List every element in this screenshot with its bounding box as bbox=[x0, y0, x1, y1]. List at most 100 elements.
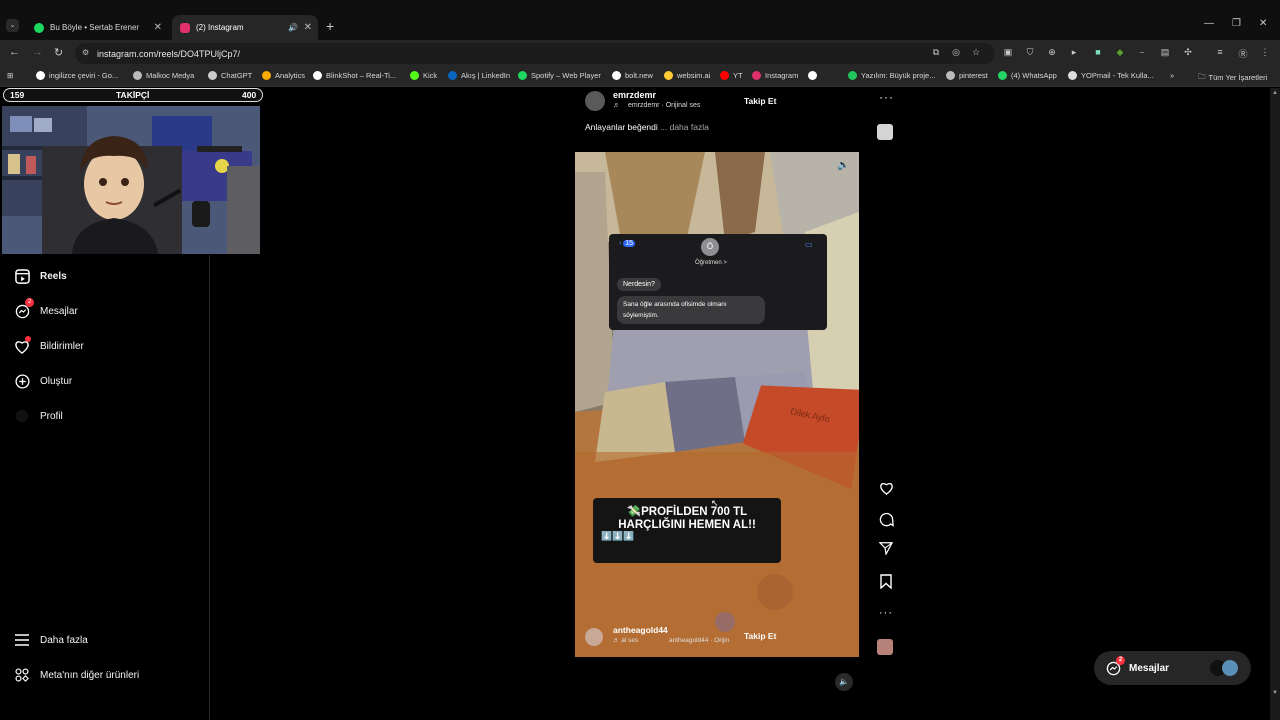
bookmark-item[interactable]: BlinkShot – Real-Ti... bbox=[313, 71, 396, 80]
extension-icon[interactable]: ⊕ bbox=[1046, 47, 1058, 58]
extension-icon[interactable]: ◆ bbox=[1114, 47, 1126, 58]
puzzle-icon[interactable]: ✣ bbox=[1182, 47, 1194, 58]
page-scrollbar[interactable]: ▲ ▼ bbox=[1270, 88, 1280, 720]
more-link[interactable]: ... daha fazla bbox=[660, 122, 709, 132]
close-tab-icon[interactable]: ✕ bbox=[304, 22, 312, 33]
more-options-icon[interactable]: ··· bbox=[878, 605, 894, 621]
follower-current: 159 bbox=[10, 90, 25, 100]
sidebar-item-messages[interactable]: 2 Mesajlar bbox=[14, 298, 78, 319]
bookmark-item[interactable]: ingilizce çeviri - Go... bbox=[36, 71, 118, 80]
reload-button[interactable]: ↻ bbox=[54, 46, 63, 59]
bookmark-item[interactable]: pinterest bbox=[946, 71, 988, 80]
bookmark-item[interactable]: Malkoc Medya bbox=[133, 71, 194, 80]
sidebar-item-create[interactable]: Oluştur bbox=[14, 373, 72, 389]
bookmark-favicon-icon bbox=[612, 71, 621, 80]
bookmark-item[interactable]: YOPmail - Tek Kulla... bbox=[1068, 71, 1154, 80]
share-icon[interactable] bbox=[878, 540, 894, 556]
close-window-button[interactable]: ✕ bbox=[1259, 18, 1267, 29]
bookmark-favicon-icon bbox=[262, 71, 271, 80]
sidebar-item-notifications[interactable]: Bildirimler bbox=[14, 336, 84, 354]
author-username[interactable]: emrzdemr bbox=[613, 90, 656, 100]
play-icon[interactable]: ▸ bbox=[1068, 47, 1080, 58]
sidebar-item-meta-products[interactable]: Meta'nın diğer ürünleri bbox=[14, 667, 139, 683]
bookmark-item[interactable]: Spotify – Web Player bbox=[518, 71, 601, 80]
mute-icon[interactable]: 🔈 bbox=[837, 160, 849, 171]
audio-info[interactable]: ♬ emrzdemr · Orijinal ses bbox=[613, 102, 700, 109]
shield-icon[interactable]: ⛉ bbox=[1024, 47, 1036, 58]
audio-label[interactable]: ♬ al ses bbox=[613, 637, 638, 644]
extension-icon[interactable]: ▣ bbox=[1002, 47, 1014, 58]
bookmark-label: Analytics bbox=[275, 71, 306, 80]
chat-bubble: Sana öğle arasında ofisimde olmanı söyle… bbox=[617, 296, 765, 324]
kebab-menu-icon[interactable]: ⋮ bbox=[1259, 47, 1271, 58]
bookmark-label: pinterest bbox=[959, 71, 988, 80]
bookmark-label: YT bbox=[733, 71, 743, 80]
bookmark-item[interactable]: websim.ai bbox=[664, 71, 710, 80]
maximize-button[interactable]: ❐ bbox=[1232, 18, 1241, 29]
speaker-icon[interactable]: 🔊 bbox=[288, 23, 298, 32]
more-options-icon[interactable]: ··· bbox=[879, 90, 894, 104]
bookmark-label: (4) WhatsApp bbox=[1011, 71, 1057, 80]
scroll-up-icon[interactable]: ▲ bbox=[1272, 90, 1278, 96]
bookmark-favicon-icon bbox=[848, 71, 857, 80]
bookmark-item[interactable]: Yazılım: Büyük proje... bbox=[848, 71, 935, 80]
bookmarks-overflow-icon[interactable]: » bbox=[1170, 71, 1174, 80]
profile-avatar-icon[interactable]: Ⓡ bbox=[1237, 47, 1249, 60]
bookmark-item[interactable]: YT bbox=[720, 71, 743, 80]
bookmark-item[interactable]: ChatGPT bbox=[208, 71, 252, 80]
follow-button[interactable]: Takip Et bbox=[744, 631, 776, 641]
scroll-down-icon[interactable]: ▼ bbox=[1272, 690, 1278, 696]
audio-label[interactable]: antheagold44 · Orijin bbox=[669, 637, 729, 644]
new-tab-button[interactable]: + bbox=[326, 18, 334, 34]
sidebar-item-more[interactable]: Daha fazla bbox=[14, 632, 88, 648]
bookmark-label: websim.ai bbox=[677, 71, 711, 80]
bookmark-item[interactable] bbox=[808, 71, 821, 80]
minimize-button[interactable]: — bbox=[1204, 18, 1214, 29]
messages-pill[interactable]: 2 Mesajlar bbox=[1094, 651, 1251, 685]
bookmark-item[interactable]: Akış | LinkedIn bbox=[448, 71, 510, 80]
bookmark-item[interactable]: Instagram bbox=[752, 71, 798, 80]
sidebar-item-profile[interactable]: Profil bbox=[14, 408, 63, 424]
address-bar[interactable]: ⚙ instagram.com/reels/DO4TPUljCp7/ bbox=[75, 43, 995, 64]
author-username[interactable]: antheagold44 bbox=[613, 625, 668, 635]
back-button[interactable]: ← bbox=[9, 46, 20, 58]
reel-video[interactable]: Dilek Ayfo 🔈 ‹ 15 Ö Öğretmen > ▭ Nerdesi… bbox=[575, 152, 859, 657]
tab-search-icon[interactable]: ⌄ bbox=[6, 19, 19, 32]
author-avatar[interactable] bbox=[585, 91, 605, 111]
extension-icon[interactable]: ▤ bbox=[1159, 47, 1171, 58]
comment-icon[interactable] bbox=[878, 511, 894, 527]
bookmark-star-icon[interactable]: ☆ bbox=[970, 47, 982, 58]
forward-button[interactable]: → bbox=[32, 46, 43, 58]
follow-button[interactable]: Takip Et bbox=[744, 96, 776, 106]
extension-icon[interactable]: ■ bbox=[1092, 47, 1104, 57]
bookmark-item[interactable]: Kick bbox=[410, 71, 437, 80]
sidebar-item-label: Profil bbox=[40, 410, 63, 422]
site-info-icon[interactable]: ⚙ bbox=[82, 48, 89, 57]
streamer-webcam bbox=[2, 106, 260, 254]
mouse-cursor-icon: ↖ bbox=[711, 498, 719, 508]
tab-spotify[interactable]: Bu Böyle • Sertab Erener ✕ bbox=[26, 15, 168, 40]
extension-icon[interactable]: ⎯ bbox=[1136, 47, 1148, 58]
avatar-icon bbox=[14, 408, 30, 424]
bookmark-item[interactable]: (4) WhatsApp bbox=[998, 71, 1057, 80]
mute-icon[interactable]: 🔈 bbox=[835, 673, 853, 691]
author-avatar[interactable] bbox=[585, 628, 603, 646]
follower-goal-bar: 159 TAKİPÇİ 400 bbox=[3, 88, 263, 102]
bookmark-favicon-icon bbox=[410, 71, 419, 80]
chat-back-icon: ‹ 15 bbox=[619, 240, 636, 247]
bookmark-item[interactable]: bolt.new bbox=[612, 71, 653, 80]
media-control-icon[interactable]: ≡ bbox=[1214, 47, 1226, 57]
audio-thumbnail[interactable] bbox=[877, 639, 893, 655]
audio-thumbnail[interactable] bbox=[877, 124, 893, 140]
sidebar-item-reels[interactable]: Reels bbox=[14, 268, 67, 284]
close-tab-icon[interactable]: ✕ bbox=[154, 22, 162, 33]
like-icon[interactable] bbox=[878, 480, 894, 496]
all-bookmarks-folder[interactable]: 🗀 Tüm Yer İşaretleri bbox=[1198, 71, 1267, 84]
tab-instagram[interactable]: (2) Instagram 🔊 ✕ bbox=[172, 15, 318, 40]
eye-off-icon[interactable]: ◎ bbox=[950, 47, 962, 58]
install-app-icon[interactable]: ⧉ bbox=[930, 47, 942, 58]
apps-grid-icon[interactable]: ⊞ bbox=[7, 71, 13, 80]
caption-text: Anlayanlar beğendi bbox=[585, 122, 658, 132]
bookmark-item[interactable]: Analytics bbox=[262, 71, 305, 80]
save-icon[interactable] bbox=[878, 573, 894, 589]
